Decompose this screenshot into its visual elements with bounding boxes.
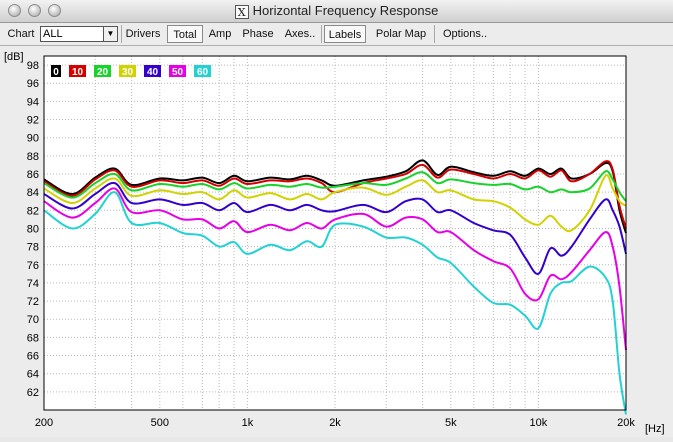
options-button[interactable]: Options.. (437, 25, 493, 43)
drivers-button[interactable]: Drivers (123, 25, 163, 43)
x-tick-label: 10k (530, 417, 548, 429)
frequency-response-window: X Horizontal Frequency Response Chart ALL… (0, 0, 673, 437)
x-tick-label: 1k (242, 417, 254, 429)
y-tick-label: 70 (27, 314, 39, 326)
toolbar-separator (434, 25, 435, 43)
chart-select[interactable]: ALL ▼ (40, 26, 118, 42)
y-tick-label: 80 (27, 223, 39, 235)
legend-label-60: 60 (197, 67, 209, 78)
amp-button[interactable]: Amp (205, 25, 235, 43)
legend-label-30: 30 (122, 67, 134, 78)
phase-button[interactable]: Phase (238, 25, 278, 43)
y-tick-label: 76 (27, 260, 39, 272)
y-tick-label: 64 (27, 369, 39, 381)
x11-app-icon: X (234, 5, 249, 19)
legend-label-20: 20 (97, 67, 109, 78)
y-tick-label: 96 (27, 78, 39, 90)
legend-label-10: 10 (72, 67, 84, 78)
legend-label-40: 40 (147, 67, 159, 78)
axes-button[interactable]: Axes.. (281, 25, 319, 43)
y-tick-label: 86 (27, 169, 39, 181)
labels-button[interactable]: Labels (324, 25, 366, 43)
y-tick-label: 68 (27, 332, 39, 344)
y-tick-label: 72 (27, 296, 39, 308)
x-tick-label: 200 (35, 417, 53, 429)
y-tick-label: 98 (27, 60, 39, 72)
legend-label-0: 0 (53, 67, 59, 78)
chart-svg: [dB] [Hz] 62 64 66 68 70 72 74 76 78 80 82 84 86 88 90… (4, 51, 665, 435)
y-tick-label: 88 (27, 151, 39, 163)
y-tick-label: 62 (27, 387, 39, 399)
x-tick-label: 5k (445, 417, 457, 429)
chevron-down-icon[interactable]: ▼ (103, 27, 117, 41)
chart-label: Chart (7, 28, 35, 40)
toolbar-separator (121, 25, 122, 43)
y-tick-label: 66 (27, 351, 39, 363)
window-title-area: X Horizontal Frequency Response (0, 0, 673, 22)
y-tick-label: 92 (27, 115, 39, 127)
legend-label-50: 50 (172, 67, 184, 78)
toolbar-separator (321, 25, 322, 43)
polar-map-button[interactable]: Polar Map (370, 25, 432, 43)
chart-select-value: ALL (43, 28, 63, 40)
x-tick-label: 2k (329, 417, 341, 429)
x-tick-label: 500 (151, 417, 169, 429)
title-bar[interactable]: X Horizontal Frequency Response (0, 0, 673, 23)
toolbar: Chart ALL ▼ Drivers Total Amp Phase Axes… (0, 23, 673, 46)
y-tick-label: 94 (27, 96, 39, 108)
y-axis-label: [dB] (4, 51, 24, 63)
y-tick-label: 74 (27, 278, 39, 290)
y-tick-label: 84 (27, 187, 39, 199)
x-axis-label: [Hz] (645, 423, 665, 435)
total-button[interactable]: Total (167, 25, 203, 43)
y-tick-label: 82 (27, 205, 39, 217)
window-title: Horizontal Frequency Response (252, 3, 439, 18)
frequency-response-chart: [dB] [Hz] 62 64 66 68 70 72 74 76 78 80 82 84 86 88 90… (0, 46, 673, 437)
y-tick-label: 90 (27, 133, 39, 145)
x-tick-label: 20k (617, 417, 635, 429)
y-tick-label: 78 (27, 242, 39, 254)
